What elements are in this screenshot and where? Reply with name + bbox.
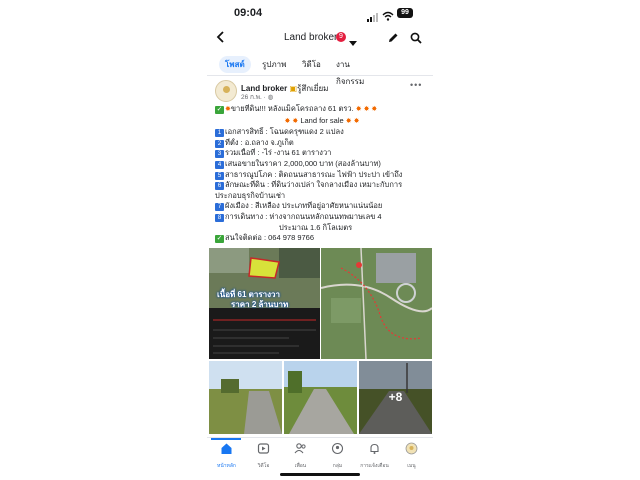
chevron-down-icon[interactable] [349,34,357,52]
detail-text-1: เอกสารสิทธิ์ : โฉนดครุฑแดง 2 แปลง [225,127,344,137]
nav-notifications[interactable]: การแจ้งเตือน [356,442,393,470]
edit-pencil-icon[interactable] [387,31,399,49]
detail-line-4: 4 เสนอขายในราคา 2,000,000 บาท (สองล้านบาท… [215,159,429,170]
nav-home-label: หน้าหลัก [217,463,236,469]
more-options-icon[interactable]: ••• [410,80,422,90]
page-header: Land broker 9 [207,28,433,48]
contact-text: สนใจติดต่อ : 064 978 9766 [225,233,315,243]
notification-badge: 9 [336,32,346,42]
sparkle-icon: ✸ ✸ ✸ [355,106,378,113]
video-icon [257,443,270,454]
number-1-icon: 1 [215,129,224,138]
post-title-line: ✓ ✸ขายที่ดิน!!! หลังแม็คโครถลาง 61 ตรว. ✸… [215,104,429,116]
author-feeling: รู้สึกเยี่ยม [297,84,329,93]
nav-home[interactable]: หน้าหลัก [208,442,245,470]
avatar-logo-icon [223,86,230,93]
post-photo-map[interactable] [321,248,432,359]
detail-line-1: 1 เอกสารสิทธิ์ : โฉนดครุฑแดง 2 แปลง [215,127,429,138]
number-3-icon: 3 [215,150,224,159]
status-bar: 09:04 99 [207,6,433,22]
nav-menu[interactable]: เมนู [393,442,430,470]
phone-screen: 09:04 99 Land broker 9 โพสต์ รูปภาพ วิดี… [207,0,433,480]
back-arrow-icon[interactable] [216,30,226,48]
nav-friends-label: เพื่อน [294,463,307,469]
nav-video[interactable]: วิดีโอ [245,442,282,470]
globe-icon: ◍ [267,94,274,101]
detail-line-6: 6 ลักษณะที่ดิน : ที่ดินว่างเปล่า ใจกลางเม… [215,180,429,191]
bottom-navigation: หน้าหลัก วิดีโอ เพื่อน กลุ่ม การแจ้งเตือ… [207,437,433,473]
more-photos-count[interactable]: +8 [359,361,432,434]
tab-posts[interactable]: โพสต์ [219,56,251,73]
sparkle-icon: ✸ ✸ [345,117,360,125]
active-tab-indicator [211,438,241,440]
nav-friends[interactable]: เพื่อน [282,442,319,470]
nav-groups-label: กลุ่ม [332,463,343,469]
sparkle-icon: ✸ ✸ [284,117,299,125]
detail-text-8: การเดินทาง : ห่างจากถนนหลักถนนทพมาษเลข 4 [225,211,382,221]
home-icon [221,443,232,454]
tab-videos[interactable]: วิดีโอ [302,56,321,73]
number-4-icon: 4 [215,160,224,169]
number-8-icon: 8 [215,213,224,222]
groups-icon [331,442,344,455]
detail-text-7: ผังเมือง : สีเหลือง ประเภทที่อยู่อาศัยหน… [225,201,383,211]
friends-icon [294,443,306,454]
detail-text-6: ลักษณะที่ดิน : ที่ดินว่างเปล่า ใจกลางเมื… [225,180,403,190]
detail-line-5: 5 สาธารณูปโภค : ติดถนนสาธารณะ ไฟฟ้า ประปา… [215,170,429,181]
detail-line-2: 2 ที่ตั้ง : อ.ถลาง จ.ภูเก็ต [215,138,429,149]
number-2-icon: 2 [215,139,224,148]
nav-video-label: วิดีโอ [257,463,270,469]
bell-icon [370,443,379,454]
detail-text-5: สาธารณูปโภค : ติดถนนสาธารณะ ไฟฟ้า ประปา … [225,169,403,179]
detail-line-6b: ประกอบธุรกิจบ้านเช่า [215,191,429,202]
number-6-icon: 6 [215,182,224,191]
post-title: ขายที่ดิน!!! หลังแม็คโครถลาง 61 ตรว. [230,104,354,113]
battery-icon: 99 [397,8,413,18]
detail-line-8b: ประมาณ 1.6 กิโลเมตร [215,223,429,234]
tab-events[interactable]: งานกิจกรรม [336,56,364,86]
search-icon[interactable] [410,31,422,49]
wifi-icon [382,8,394,26]
photo-overlay-price: ราคา 2 ล้านบาท [231,300,289,309]
feeling-emoji-icon: ▣ [289,84,298,93]
avatar[interactable] [215,80,237,102]
home-indicator[interactable] [280,473,360,476]
nav-groups[interactable]: กลุ่ม [319,442,356,470]
post-text: ✓ ✸ขายที่ดิน!!! หลังแม็คโครถลาง 61 ตรว. ✸… [215,104,429,244]
number-7-icon: 7 [215,203,224,212]
nav-menu-label: เมนู [407,463,416,469]
detail-text-3: รวมเนื้อที่ : -ไร่ -งาน 61 ตารางวา [225,148,332,158]
page-title[interactable]: Land broker [284,32,337,43]
tabs-divider [207,75,433,76]
signal-icon [367,9,379,27]
detail-line-8: 8 การเดินทาง : ห่างจากถนนหลักถนนทพมาษเลข … [215,212,429,223]
tab-photos[interactable]: รูปภาพ [262,56,286,73]
detail-text-8b: ประมาณ 1.6 กิโลเมตร [279,222,353,232]
contact-line: ✓ สนใจติดต่อ : 064 978 9766 [215,233,429,244]
number-5-icon: 5 [215,171,224,180]
status-time: 09:04 [234,7,263,19]
post-photo-road-3[interactable]: +8 [359,361,432,434]
detail-text-2: ที่ตั้ง : อ.ถลาง จ.ภูเก็ต [225,137,294,147]
sale-text: Land for sale [300,115,344,125]
profile-menu-icon [405,442,418,455]
post-photo-road-1[interactable] [209,361,282,434]
post-photo-plan[interactable]: เนื้อที่ 61 ตารางวา ราคา 2 ล้านบาท [209,248,320,359]
post-photo-road-2[interactable] [284,361,357,434]
post-sale-line: ✸ ✸ Land for sale ✸ ✸ [215,116,429,128]
post-date: 26 ก.พ. · [241,94,268,101]
nav-notifications-label: การแจ้งเตือน [360,463,389,469]
check-icon: ✓ [215,235,224,244]
check-icon: ✓ [215,106,224,114]
detail-text-4: เสนอขายในราคา 2,000,000 บาท (สองล้านบาท) [225,158,381,168]
post-meta: 26 ก.พ. · ◍ [241,92,273,102]
detail-line-7: 7 ผังเมือง : สีเหลือง ประเภทที่อยู่อาศัยห… [215,201,429,212]
detail-line-3: 3 รวมเนื้อที่ : -ไร่ -งาน 61 ตารางวา [215,148,429,159]
detail-text-6b: ประกอบธุรกิจบ้านเช่า [215,190,286,200]
